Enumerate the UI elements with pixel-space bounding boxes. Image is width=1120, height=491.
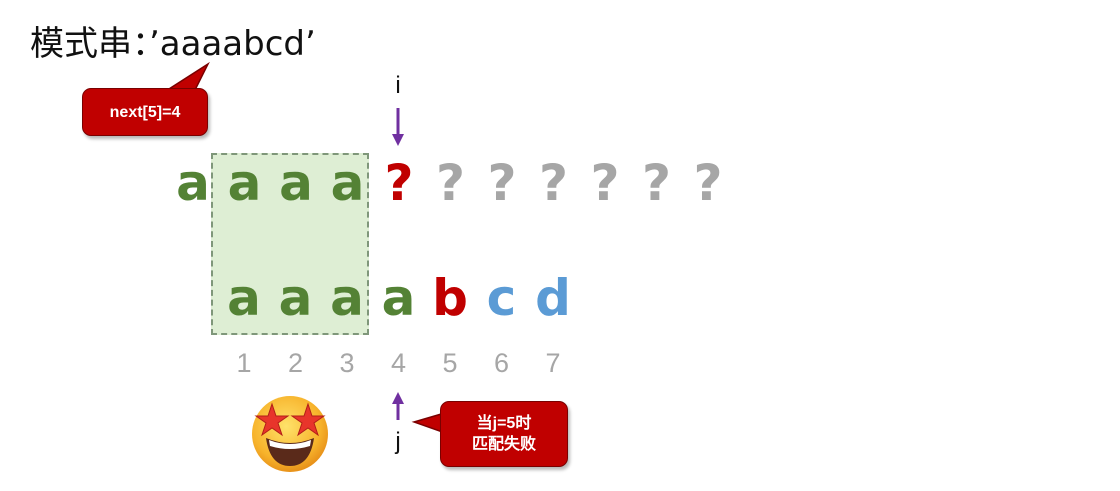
callout-fail-line1: 当j=5时	[476, 415, 532, 432]
index-label: 3	[339, 348, 355, 378]
index-label: 4	[390, 348, 407, 378]
index-label: 7	[545, 348, 561, 378]
star-struck-emoji-icon	[252, 396, 328, 472]
text-char: ?	[590, 154, 620, 212]
pattern-char: b	[432, 269, 468, 327]
pointer-j-label: j	[395, 428, 401, 455]
pattern-char: a	[330, 269, 364, 327]
index-label: 5	[442, 348, 458, 378]
page-title: 模式串：’aaaabcd’	[30, 24, 316, 64]
down-arrow-icon	[392, 108, 404, 146]
pattern-char: d	[535, 269, 571, 327]
text-char: a	[279, 154, 313, 212]
index-label: 2	[287, 348, 304, 378]
pointer-i-label: i	[395, 72, 401, 99]
callout-match-failure: 当j=5时 匹配失败	[440, 401, 568, 467]
text-char: ?	[435, 154, 465, 212]
text-char: a	[330, 154, 365, 212]
index-label: 1	[236, 348, 252, 378]
text-char: a	[227, 154, 262, 212]
callout-fail-line2: 匹配失败	[471, 436, 536, 453]
text-char: ?	[384, 154, 414, 212]
up-arrow-icon	[392, 392, 404, 420]
callout-next-value: next[5]=4	[82, 88, 208, 136]
text-char: ?	[487, 154, 517, 212]
pattern-char: a	[227, 269, 261, 327]
index-label: 6	[493, 348, 510, 378]
callout-next-text: next[5]=4	[109, 103, 181, 121]
pattern-char: a	[381, 269, 416, 327]
text-char: ?	[538, 154, 568, 212]
text-char: a	[176, 154, 210, 212]
text-char: ?	[693, 154, 723, 212]
pattern-char: a	[278, 269, 313, 327]
text-char: ?	[641, 154, 671, 212]
pattern-char: c	[486, 269, 517, 327]
